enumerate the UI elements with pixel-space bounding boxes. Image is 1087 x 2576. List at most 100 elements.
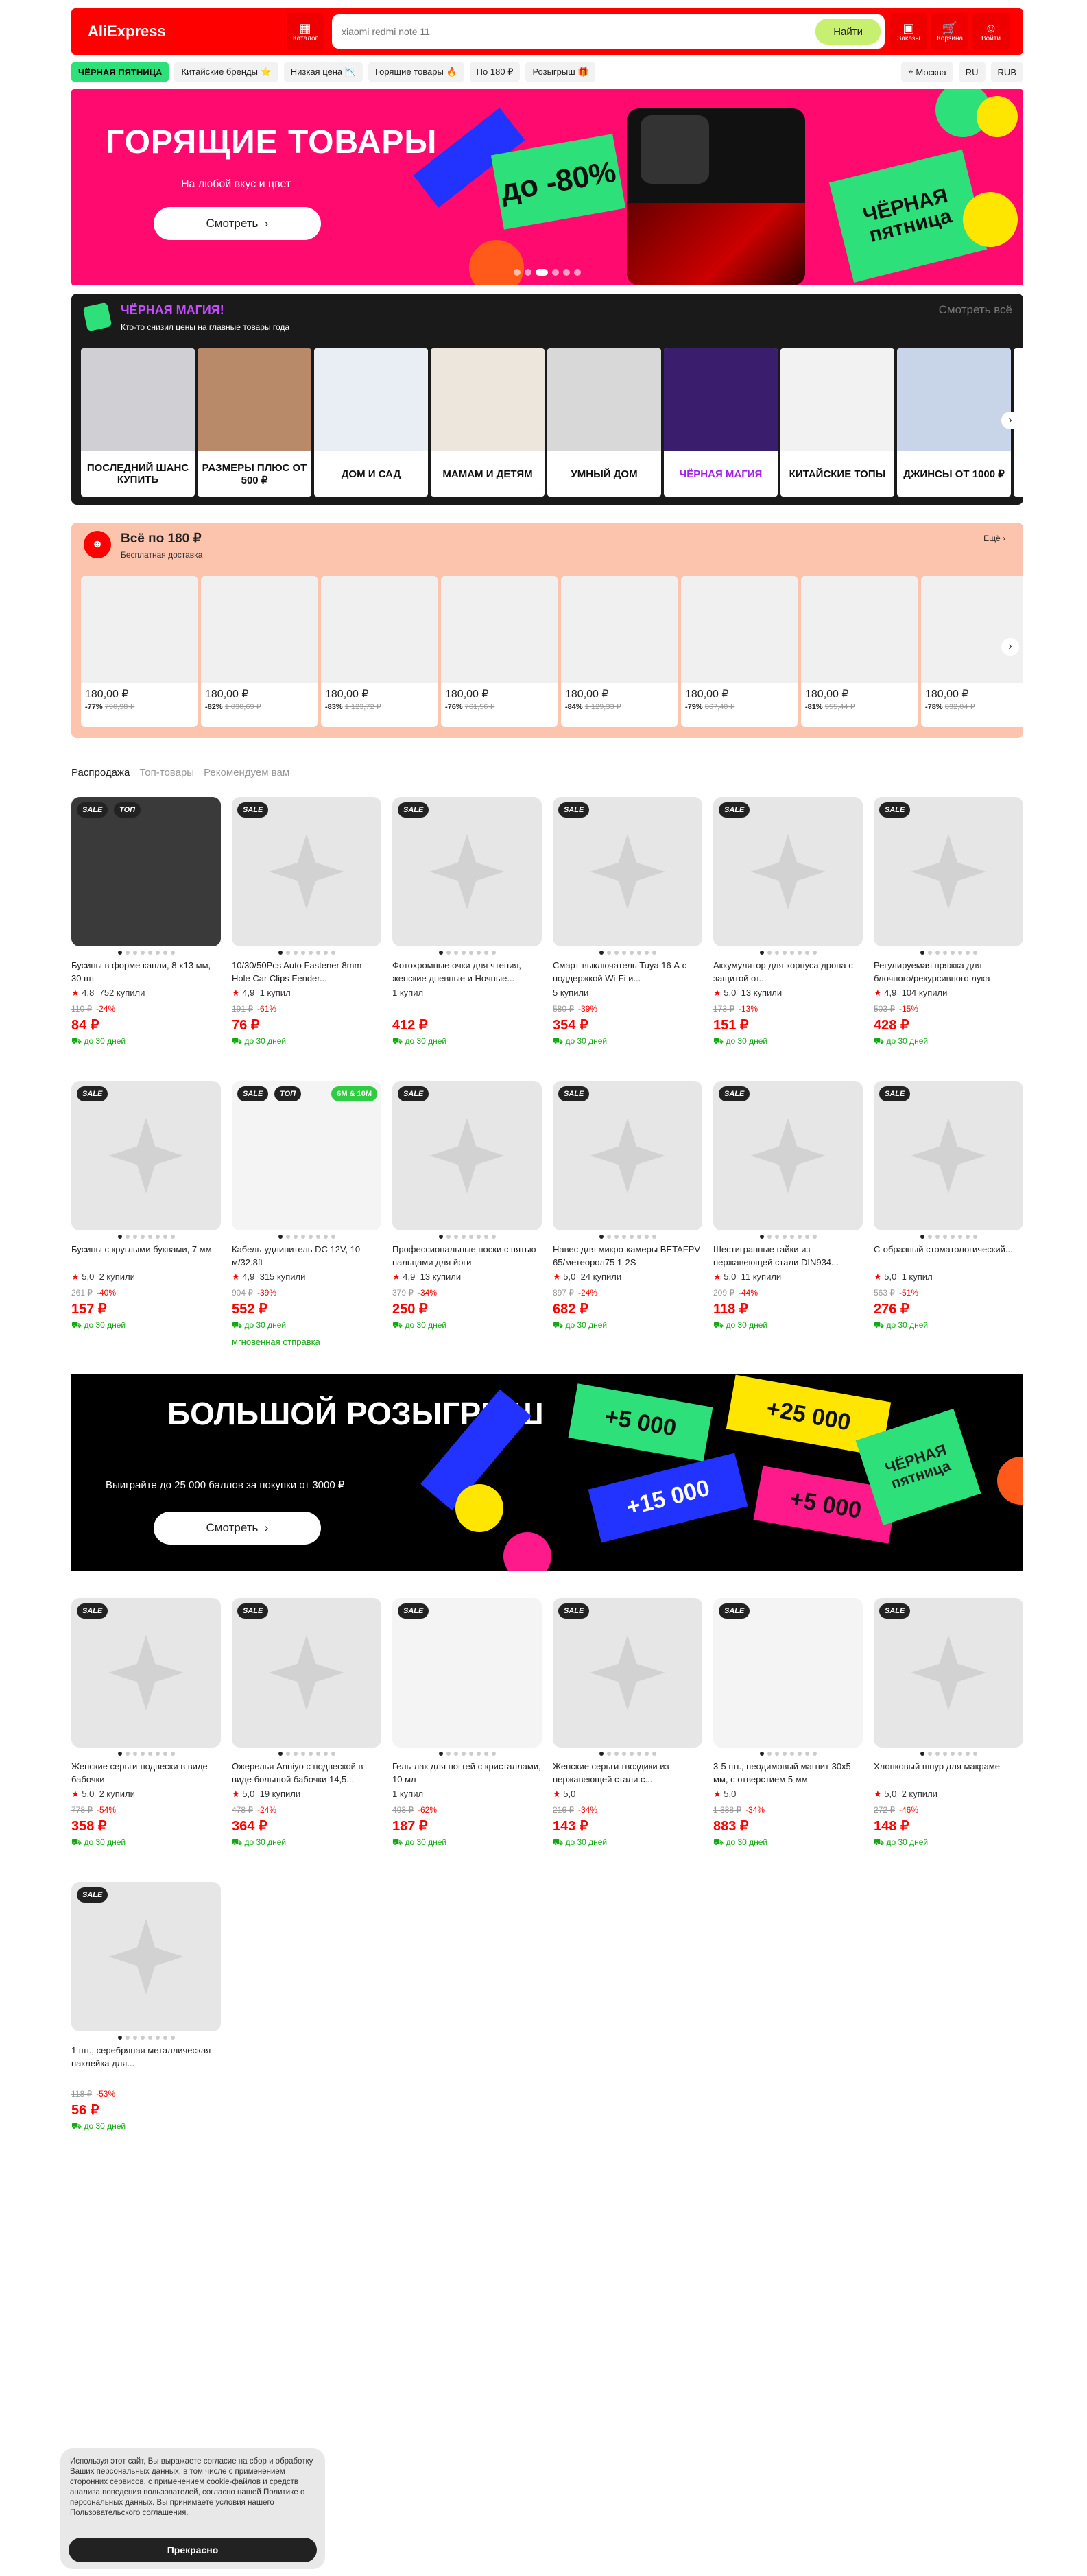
image-dot[interactable] [812, 951, 817, 955]
category-tile[interactable]: ДОМ И САД [314, 348, 428, 497]
image-dot[interactable] [767, 951, 772, 955]
image-dot[interactable] [147, 951, 152, 955]
image-dot[interactable] [491, 1235, 496, 1239]
category-tile[interactable]: КИТАЙСКИЕ ТОПЫ [780, 348, 894, 497]
image-dot[interactable] [599, 1235, 604, 1239]
search-input[interactable] [342, 26, 816, 37]
image-dot[interactable] [957, 1235, 962, 1239]
image-dot[interactable] [132, 951, 137, 955]
image-dot[interactable] [315, 951, 320, 955]
image-dot[interactable] [476, 951, 481, 955]
image-dot[interactable] [972, 1235, 977, 1239]
more-link[interactable]: Ещё › [983, 534, 1005, 543]
image-dot[interactable] [629, 1235, 634, 1239]
image-dot[interactable] [797, 1235, 802, 1239]
image-dot[interactable] [759, 1235, 764, 1239]
image-dot[interactable] [331, 1752, 335, 1756]
deal-tile[interactable]: 180,00 ₽ -79% 867,40 ₽ [681, 576, 798, 727]
image-dot[interactable] [950, 951, 955, 955]
image-dot[interactable] [789, 1235, 794, 1239]
image-dot[interactable] [140, 1752, 145, 1756]
image-dot[interactable] [782, 1235, 787, 1239]
image-dot[interactable] [117, 2036, 122, 2040]
image-dot[interactable] [170, 951, 175, 955]
image-dot[interactable] [652, 1235, 656, 1239]
image-dot[interactable] [797, 951, 802, 955]
image-dot[interactable] [170, 1752, 175, 1756]
carousel-dot[interactable] [514, 269, 521, 276]
image-dot[interactable] [293, 951, 298, 955]
product-card[interactable]: SALE 10/30/50Pcs Auto Fastener 8mm Hole C… [232, 797, 381, 1047]
image-dot[interactable] [599, 951, 604, 955]
carousel-dot[interactable] [552, 269, 559, 276]
image-dot[interactable] [636, 951, 641, 955]
image-dot[interactable] [315, 1235, 320, 1239]
image-dot[interactable] [278, 1752, 283, 1756]
product-card[interactable]: SALE С-образный стоматологический... ★ 5,0… [874, 1081, 1023, 1331]
product-card[interactable]: SALE Шестигранные гайки из нержавеющей ст… [713, 1081, 863, 1331]
category-tile[interactable]: ПОСЛЕДНИЙ ШАНС КУПИТЬ [81, 348, 195, 497]
nav-hot-items[interactable]: Горящие товары 🔥 [368, 62, 464, 82]
product-card[interactable]: SALE Бусины с круглыми буквами, 7 мм ★ 5,0… [71, 1081, 221, 1331]
image-dot[interactable] [446, 951, 451, 955]
promo-view-button[interactable]: Смотреть › [154, 1512, 321, 1545]
image-dot[interactable] [293, 1752, 298, 1756]
category-tile[interactable]: РАЗМЕРЫ ПЛЮС ОТ 500 ₽ [198, 348, 311, 497]
image-dot[interactable] [652, 1752, 656, 1756]
carousel-dot[interactable] [574, 269, 581, 276]
image-dot[interactable] [965, 1235, 970, 1239]
image-dot[interactable] [155, 951, 160, 955]
deal-tile[interactable]: 180,00 ₽ -81% 955,44 ₽ [801, 576, 918, 727]
nav-180[interactable]: По 180 ₽ [469, 62, 521, 82]
image-dot[interactable] [774, 951, 779, 955]
product-card[interactable]: SALE Женские серьги-подвески в виде бабоч… [71, 1598, 221, 1848]
image-dot[interactable] [606, 1752, 611, 1756]
catalog-button[interactable]: ▦ Каталог [287, 13, 324, 50]
image-dot[interactable] [140, 951, 145, 955]
product-card[interactable]: SALE Навес для микро-камеры BETAFPV 65/ме… [553, 1081, 702, 1331]
image-dot[interactable] [629, 1752, 634, 1756]
image-dot[interactable] [957, 951, 962, 955]
image-dot[interactable] [331, 1235, 335, 1239]
scroll-right-button[interactable]: › [1001, 638, 1019, 656]
product-card[interactable]: SALE 3-5 шт., неодимовый магнит 30x5 мм, … [713, 1598, 863, 1848]
image-dot[interactable] [170, 1235, 175, 1239]
product-card[interactable]: SALE Смарт-выключатель Tuya 16 А с поддер… [553, 797, 702, 1047]
image-dot[interactable] [468, 1235, 473, 1239]
nav-giveaway[interactable]: Розыгрыш 🎁 [525, 62, 596, 82]
nav-black-friday[interactable]: ЧЁРНАЯ ПЯТНИЦА [71, 62, 169, 82]
image-dot[interactable] [804, 951, 809, 955]
image-dot[interactable] [652, 951, 656, 955]
image-dot[interactable] [644, 1752, 649, 1756]
image-dot[interactable] [782, 951, 787, 955]
logo[interactable]: AliExpress [81, 23, 287, 40]
image-dot[interactable] [300, 951, 305, 955]
image-dot[interactable] [606, 951, 611, 955]
category-tile[interactable]: ДЖИНСЫ ОТ 1000 ₽ [897, 348, 1011, 497]
product-card[interactable]: SALE Профессиональные носки с пятью пальц… [392, 1081, 542, 1331]
image-dot[interactable] [636, 1752, 641, 1756]
image-dot[interactable] [782, 1752, 787, 1756]
image-dot[interactable] [804, 1752, 809, 1756]
image-dot[interactable] [636, 1235, 641, 1239]
image-dot[interactable] [629, 951, 634, 955]
image-dot[interactable] [920, 1752, 924, 1756]
image-dot[interactable] [812, 1235, 817, 1239]
city-selector[interactable]: ⌖ Москва [901, 62, 953, 82]
cookie-accept-button[interactable]: Прекрасно [69, 2538, 317, 2562]
image-dot[interactable] [920, 1235, 924, 1239]
image-dot[interactable] [438, 951, 443, 955]
image-dot[interactable] [767, 1235, 772, 1239]
image-dot[interactable] [759, 1752, 764, 1756]
hero-view-button[interactable]: Смотреть › [154, 207, 321, 240]
image-dot[interactable] [323, 1235, 328, 1239]
image-dot[interactable] [125, 1752, 130, 1756]
image-dot[interactable] [483, 1235, 488, 1239]
deal-tile[interactable]: 180,00 ₽ -76% 761,56 ₽ [441, 576, 558, 727]
deal-tile[interactable]: 180,00 ₽ -82% 1 030,69 ₽ [201, 576, 318, 727]
image-dot[interactable] [621, 951, 626, 955]
image-dot[interactable] [614, 1752, 619, 1756]
image-dot[interactable] [935, 1752, 940, 1756]
image-dot[interactable] [323, 951, 328, 955]
deal-tile[interactable]: 180,00 ₽ -83% 1 123,72 ₽ [321, 576, 438, 727]
